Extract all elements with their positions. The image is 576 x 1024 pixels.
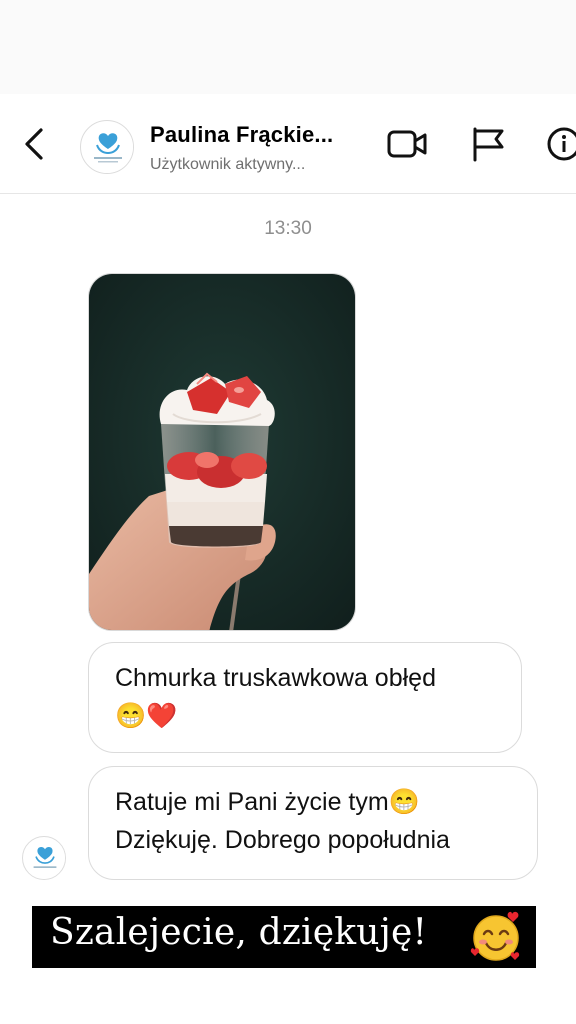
info-button[interactable] — [544, 126, 576, 162]
shared-photo[interactable] — [88, 273, 356, 631]
message-bubble[interactable]: Ratuje mi Pani życie tym😁 Dziękuję. Dobr… — [88, 766, 538, 880]
dessert-photo-image — [89, 274, 355, 630]
story-caption: Szalejecie, dziękuję! — [32, 906, 536, 968]
message-timestamp: 13:30 — [264, 218, 312, 239]
chat-header: Paulina Frąckie... Użytkownik aktywny... — [0, 94, 576, 194]
smiling-face-with-hearts-icon — [470, 911, 520, 961]
back-button[interactable] — [14, 124, 54, 164]
message-bubble[interactable]: Chmurka truskawkowa obłęd 😁❤️ — [88, 642, 522, 753]
report-button[interactable] — [468, 126, 510, 162]
video-call-icon — [387, 130, 427, 158]
status-area — [0, 0, 576, 94]
contact-name[interactable]: Paulina Frąckie... — [150, 122, 333, 148]
info-icon — [547, 127, 576, 161]
sender-avatar[interactable] — [22, 836, 66, 880]
brand-logo-icon — [23, 837, 65, 879]
message-text-line: Dziękuję. Dobrego popołudnia — [115, 826, 450, 854]
message-emoji-line: 😁❤️ — [115, 702, 178, 730]
caption-text: Szalejecie, dziękuję! — [50, 912, 428, 953]
message-text-line: Ratuje mi Pani życie tym😁 — [115, 788, 420, 816]
active-status: Użytkownik aktywny... — [150, 156, 306, 173]
brand-logo-icon — [82, 122, 133, 173]
back-chevron-icon — [25, 128, 43, 160]
avatar[interactable] — [80, 120, 134, 174]
flag-icon — [473, 127, 504, 162]
video-call-button[interactable] — [386, 126, 428, 162]
message-text-line: Chmurka truskawkowa obłęd — [115, 664, 436, 692]
